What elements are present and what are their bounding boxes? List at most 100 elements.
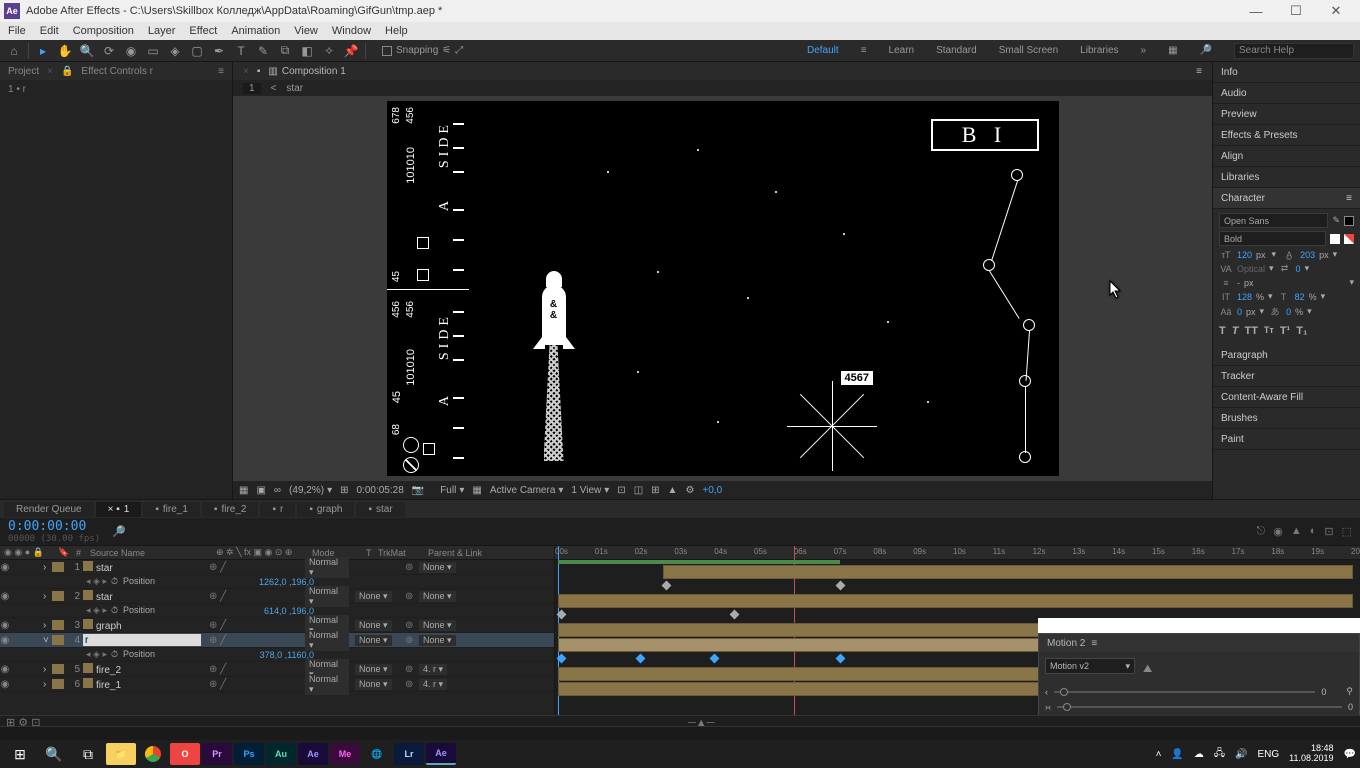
work-area[interactable] — [558, 560, 840, 564]
overflow-icon[interactable]: » — [1141, 45, 1147, 56]
current-timecode[interactable]: 0:00:00:00 — [8, 519, 100, 534]
motion-slider-2[interactable] — [1057, 706, 1342, 708]
property-row[interactable]: ◂ ◈ ▸ ⏱ Position1262,0 ,196,0 — [0, 575, 554, 589]
resolution-dropdown[interactable]: Full ▾ — [440, 485, 464, 496]
snapshot-icon[interactable]: 📷 — [412, 485, 424, 496]
maximize-button[interactable]: ☐ — [1276, 0, 1316, 22]
minimize-button[interactable]: — — [1236, 0, 1276, 22]
alpha-icon[interactable]: ▦ — [239, 485, 248, 496]
opera-icon[interactable]: O — [170, 743, 200, 765]
tl-icon-1[interactable]: ⎋ — [1257, 525, 1266, 538]
me-icon[interactable]: Me — [330, 743, 360, 765]
layer-row[interactable]: ◉ › 5 fire_2 ⊕ ╱ Normal ▾ None ▾ ⊚ 4. r … — [0, 662, 554, 677]
people-icon[interactable]: 👤 — [1171, 749, 1183, 760]
property-row[interactable]: ◂ ◈ ▸ ⏱ Position378,0 ,1160,0 — [0, 648, 554, 662]
menu-help[interactable]: Help — [385, 25, 408, 37]
lock-icon[interactable]: 🔒 — [61, 66, 73, 77]
motion-preset-dropdown[interactable]: Motion v2▾ — [1045, 658, 1135, 674]
panel-menu-icon[interactable]: ≡ — [1196, 66, 1202, 77]
roto-tool-icon[interactable]: ✧ — [321, 43, 337, 59]
menu-animation[interactable]: Animation — [231, 25, 280, 37]
tl-icon-6[interactable]: ⬚ — [1342, 525, 1352, 538]
panel-content-aware[interactable]: Content-Aware Fill — [1213, 387, 1360, 408]
start-button[interactable]: ⊞ — [4, 740, 36, 768]
layer-row[interactable]: ◉ › 3 graph ⊕ ╱ Normal ▾ None ▾ ⊚ None ▾ — [0, 618, 554, 633]
shape-tool-icon[interactable]: ▢ — [189, 43, 205, 59]
menu-file[interactable]: File — [8, 25, 26, 37]
font-family-dropdown[interactable]: Open Sans — [1219, 213, 1328, 228]
panel-info[interactable]: Info — [1213, 62, 1360, 83]
orbit-tool-icon[interactable]: ⟳ — [101, 43, 117, 59]
brush-tool-icon[interactable]: ✎ — [255, 43, 271, 59]
tab-graph[interactable]: ▪ graph — [297, 502, 354, 517]
type-tool-icon[interactable]: T — [233, 43, 249, 59]
hscale-value[interactable]: 82 — [1295, 292, 1305, 302]
search-input[interactable]: Search Help — [1234, 43, 1354, 59]
stroke-swatch[interactable] — [1330, 234, 1340, 244]
panel-brushes[interactable]: Brushes — [1213, 408, 1360, 429]
leading-value[interactable]: 203 — [1300, 250, 1315, 260]
rotation-tool-icon[interactable]: ◉ — [123, 43, 139, 59]
project-item[interactable]: 1 • r — [0, 80, 232, 99]
app-icon-1[interactable]: 🌐 — [362, 743, 392, 765]
tab-effect-controls[interactable]: Effect Controls r — [81, 66, 153, 77]
res-icon[interactable]: ⊞ — [340, 485, 348, 496]
italic-button[interactable]: T — [1232, 325, 1239, 337]
toggle-1-icon[interactable]: ⊡ — [617, 485, 625, 496]
panel-menu-icon[interactable]: ≡ — [218, 66, 224, 77]
layer-bar-2[interactable] — [558, 594, 1353, 608]
tab-fire1[interactable]: ▪ fire_1 — [143, 502, 200, 517]
toggle-5-icon[interactable]: ⚙ — [685, 485, 694, 496]
tab-render-queue[interactable]: Render Queue — [4, 502, 94, 517]
anchor-icon[interactable]: ⚲ — [1346, 686, 1353, 697]
motion-slider-1[interactable] — [1054, 691, 1315, 693]
workspace-default[interactable]: Default — [807, 45, 839, 56]
hamburger-icon[interactable]: ≡ — [861, 45, 867, 56]
tab-fire2[interactable]: ▪ fire_2 — [202, 502, 259, 517]
baseline-value[interactable]: 0 — [1237, 307, 1242, 317]
lightroom-icon[interactable]: Lr — [394, 743, 424, 765]
layer-bar-1[interactable] — [663, 565, 1353, 579]
tl-icon-4[interactable]: ◐ — [1310, 525, 1317, 538]
eraser-tool-icon[interactable]: ◧ — [299, 43, 315, 59]
layer-row[interactable]: ◉ › 1 star ⊕ ╱ Normal ▾ ⊚ None ▾ — [0, 560, 554, 575]
volume-icon[interactable]: 🔊 — [1235, 749, 1247, 760]
toggle-4-icon[interactable]: ▲ — [668, 485, 678, 496]
allcaps-button[interactable]: TT — [1244, 325, 1257, 337]
tsume-value[interactable]: 0 — [1286, 307, 1291, 317]
view-layout-icon[interactable]: ▦ — [472, 485, 481, 496]
timeline-tracks[interactable]: 00s01s02s03s04s05s06s07s08s09s10s11s12s1… — [555, 546, 1360, 715]
language-indicator[interactable]: ENG — [1257, 749, 1279, 760]
menu-edit[interactable]: Edit — [40, 25, 59, 37]
menu-effect[interactable]: Effect — [189, 25, 217, 37]
tab-star[interactable]: ▪ star — [356, 502, 404, 517]
toggle-2-icon[interactable]: ◫ — [634, 485, 643, 496]
panel-menu-icon[interactable]: ≡ — [1346, 193, 1352, 204]
ae-active-icon[interactable]: Ae — [426, 743, 456, 765]
subscript-button[interactable]: T₁ — [1296, 325, 1307, 337]
motion-graph-icon[interactable]: ⛰ — [1143, 663, 1152, 676]
breadcrumb[interactable]: ▥ Composition 1 — [268, 66, 345, 77]
chrome-icon[interactable] — [138, 743, 168, 765]
taskview-button[interactable]: ⧉ — [72, 740, 104, 768]
menu-layer[interactable]: Layer — [148, 25, 176, 37]
font-size-value[interactable]: 120 — [1237, 250, 1252, 260]
flow-step[interactable]: 1 — [243, 83, 261, 94]
tracking-value[interactable]: 0 — [1296, 264, 1301, 274]
menu-composition[interactable]: Composition — [73, 25, 134, 37]
layer-row[interactable]: ◉ › 2 star ⊕ ╱ Normal ▾ None ▾ ⊚ None ▾ — [0, 589, 554, 604]
camera-tool-icon[interactable]: ▭ — [145, 43, 161, 59]
snapping-toggle[interactable]: Snapping ⚟ ⤢ — [382, 45, 463, 56]
composition-canvas[interactable]: 678 456 101010 SIDE A 45 456 456 101010 … — [387, 101, 1059, 476]
fill-swatch[interactable] — [1344, 216, 1354, 226]
search-button[interactable]: 🔍 — [38, 740, 70, 768]
panel-paragraph[interactable]: Paragraph — [1213, 345, 1360, 366]
toggle-3-icon[interactable]: ⊞ — [651, 485, 659, 496]
superscript-button[interactable]: T¹ — [1280, 325, 1290, 337]
panel-menu-icon[interactable]: ≡ — [1091, 638, 1097, 649]
snap-options-icon[interactable]: ⚟ — [442, 45, 451, 56]
property-row[interactable]: ◂ ◈ ▸ ⏱ Position614,0 ,196,0 — [0, 604, 554, 618]
onedrive-icon[interactable]: ☁ — [1194, 749, 1204, 760]
tl-icon-3[interactable]: ▲ — [1291, 525, 1302, 538]
premiere-icon[interactable]: Pr — [202, 743, 232, 765]
